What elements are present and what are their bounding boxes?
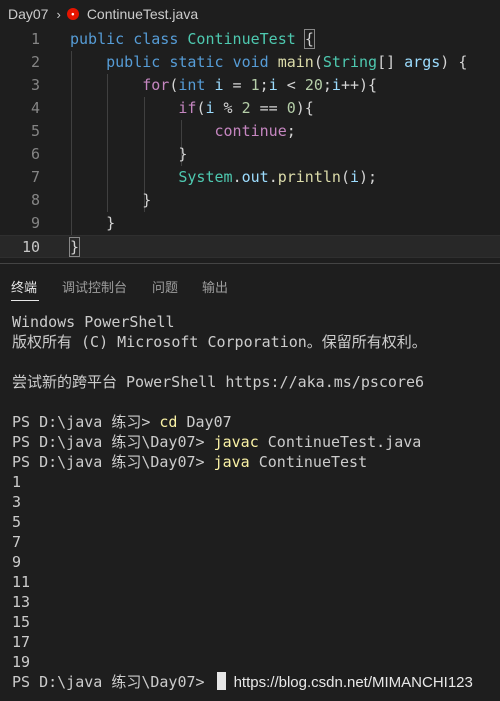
- command: cd: [159, 413, 178, 431]
- breadcrumb-folder[interactable]: Day07: [8, 6, 48, 22]
- code-text: }: [70, 145, 188, 163]
- output-line: 17: [12, 633, 31, 651]
- code-line[interactable]: 1 public class ContinueTest {: [0, 28, 500, 51]
- line-number: 9: [30, 214, 40, 232]
- code-editor[interactable]: 1 public class ContinueTest {2 public sta…: [0, 28, 500, 258]
- output-line: 3: [12, 493, 22, 511]
- code-text: public static void main(String[] args) {: [106, 53, 468, 71]
- code-line[interactable]: 7 System.out.println(i);: [0, 166, 500, 189]
- line-number: 7: [30, 168, 40, 186]
- program-output: 1 3 5 7 9 11 13 15 17 19: [12, 472, 500, 672]
- terminal-cursor: [216, 672, 226, 690]
- tab-problems[interactable]: 问题: [152, 277, 178, 296]
- terminal-line: 尝试新的跨平台 PowerShell https://aka.ms/pscore…: [12, 373, 425, 391]
- tab-terminal[interactable]: 终端: [11, 277, 37, 296]
- terminal-command-line: PS D:\java 练习> cd Day07: [12, 412, 500, 432]
- command-arg: ContinueTest: [249, 453, 368, 471]
- output-line: 13: [12, 593, 31, 611]
- terminal-line: 版权所有 (C) Microsoft Corporation。保留所有权利。: [12, 333, 427, 351]
- output-line: 9: [12, 553, 22, 571]
- line-number: 8: [30, 191, 40, 209]
- prompt: PS D:\java 练习>: [12, 413, 160, 431]
- code-line[interactable]: 2 public static void main(String[] args)…: [0, 51, 500, 74]
- line-number: 10: [21, 238, 40, 256]
- code-line[interactable]: 9 }: [0, 212, 500, 235]
- code-text: continue;: [214, 122, 296, 140]
- breadcrumb: Day07 › • ContinueTest.java: [0, 0, 500, 28]
- line-number: 4: [30, 99, 40, 117]
- terminal-line: Windows PowerShell: [12, 313, 175, 331]
- code-text: for(int i = 1;i < 20;i++){: [142, 76, 378, 94]
- breadcrumb-file[interactable]: ContinueTest.java: [87, 6, 198, 22]
- code-text: System.out.println(i);: [178, 168, 378, 186]
- terminal-command-line: PS D:\java 练习\Day07> java ContinueTest: [12, 452, 500, 472]
- active-tab-indicator: [11, 300, 39, 301]
- output-line: 7: [12, 533, 22, 551]
- code-text: }: [70, 214, 116, 232]
- prompt: PS D:\java 练习\Day07>: [12, 453, 214, 471]
- tab-debug-console[interactable]: 调试控制台: [62, 277, 127, 296]
- line-number: 5: [30, 122, 40, 140]
- output-line: 15: [12, 613, 31, 631]
- code-line[interactable]: 4 if(i % 2 == 0){: [0, 97, 500, 120]
- code-line[interactable]: 8 }: [0, 189, 500, 212]
- code-line[interactable]: 6 }: [0, 143, 500, 166]
- chevron-right-icon: ›: [56, 6, 61, 22]
- line-number: 3: [30, 76, 40, 94]
- error-icon: •: [66, 8, 79, 20]
- output-line: 11: [12, 573, 31, 591]
- tab-output[interactable]: 输出: [202, 277, 228, 296]
- terminal[interactable]: Windows PowerShell 版权所有 (C) Microsoft Co…: [12, 312, 500, 692]
- output-line: 5: [12, 513, 22, 531]
- prompt: PS D:\java 练习\Day07>: [12, 673, 214, 691]
- code-text: public class ContinueTest {: [70, 29, 315, 49]
- terminal-command-line: PS D:\java 练习\Day07> javac ContinueTest.…: [12, 432, 500, 452]
- command-arg: Day07: [177, 413, 232, 431]
- output-line: 19: [12, 653, 31, 671]
- terminal-prompt-line[interactable]: PS D:\java 练习\Day07> https://blog.csdn.n…: [12, 672, 500, 692]
- command: java: [213, 453, 250, 471]
- panel-tabs: 终端 调试控制台 问题 输出: [0, 270, 500, 302]
- line-number: 1: [30, 30, 40, 48]
- command: javac: [213, 433, 259, 451]
- prompt: PS D:\java 练习\Day07>: [12, 433, 214, 451]
- watermark: https://blog.csdn.net/MIMANCHI123: [233, 674, 473, 691]
- code-line[interactable]: 10}: [0, 235, 500, 258]
- code-line[interactable]: 5 continue;: [0, 120, 500, 143]
- code-text: }: [68, 237, 81, 257]
- panel-divider: [0, 263, 500, 264]
- line-number: 6: [30, 145, 40, 163]
- line-number: 2: [30, 53, 40, 71]
- command-arg: ContinueTest.java: [258, 433, 422, 451]
- code-line[interactable]: 3 for(int i = 1;i < 20;i++){: [0, 74, 500, 97]
- output-line: 1: [12, 473, 22, 491]
- code-text: if(i % 2 == 0){: [178, 99, 314, 117]
- code-text: }: [70, 191, 152, 209]
